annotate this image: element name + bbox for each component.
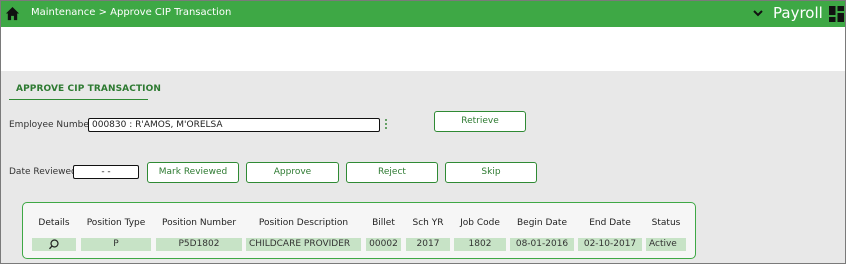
retrieve-button[interactable]: Retrieve bbox=[434, 111, 526, 132]
table-cell-end-date: 02-10-2017 bbox=[578, 238, 642, 251]
top-navigation-bar: Maintenance > Approve CIP Transaction Pa… bbox=[1, 1, 845, 27]
title-underline bbox=[9, 99, 148, 100]
app-name[interactable]: Payroll bbox=[773, 4, 823, 22]
approve-button[interactable]: Approve bbox=[246, 162, 339, 183]
table-cell-job-code: 1802 bbox=[454, 238, 506, 251]
table-cell-position-description: CHILDCARE PROVIDER bbox=[246, 238, 361, 251]
date-reviewed-input[interactable]: - - bbox=[73, 165, 139, 179]
employee-number-input[interactable]: 000830 : R'AMOS, M'ORELSA bbox=[88, 118, 380, 132]
employee-number-label: Employee Number: bbox=[9, 120, 96, 130]
dashboard-grid-icon[interactable] bbox=[829, 6, 844, 22]
column-header-status: Status bbox=[651, 218, 681, 228]
table-cell-position-number: P5D1802 bbox=[156, 238, 242, 251]
column-header-sch-yr: Sch YR bbox=[412, 218, 444, 228]
home-icon[interactable] bbox=[5, 6, 20, 21]
column-header-job-code: Job Code bbox=[460, 218, 500, 228]
column-header-begin-date: Begin Date bbox=[516, 218, 567, 228]
table-cell-sch-yr: 2017 bbox=[406, 238, 450, 251]
search-icon[interactable] bbox=[48, 239, 60, 250]
column-header-details: Details bbox=[38, 218, 70, 228]
column-header-end-date: End Date bbox=[589, 218, 631, 228]
column-header-position-type: Position Type bbox=[86, 218, 146, 228]
table-cell-position-type: P bbox=[81, 238, 151, 251]
white-band bbox=[1, 27, 845, 71]
chevron-down-icon[interactable] bbox=[751, 6, 765, 20]
column-header-billet: Billet bbox=[372, 218, 395, 228]
column-header-position-number: Position Number bbox=[161, 218, 237, 228]
table-cell-begin-date: 08-01-2016 bbox=[510, 238, 574, 251]
mark-reviewed-button[interactable]: Mark Reviewed bbox=[147, 162, 239, 183]
breadcrumb: Maintenance > Approve CIP Transaction bbox=[31, 7, 232, 18]
page-title: APPROVE CIP TRANSACTION bbox=[16, 84, 162, 94]
reject-button[interactable]: Reject bbox=[346, 162, 438, 183]
more-options-icon[interactable] bbox=[384, 119, 388, 131]
table-cell-billet: 00002 bbox=[366, 238, 401, 251]
date-reviewed-label: Date Reviewed: bbox=[9, 167, 80, 177]
column-header-position-description: Position Description bbox=[258, 218, 349, 228]
app-frame: Maintenance > Approve CIP Transaction Pa… bbox=[0, 0, 846, 264]
skip-button[interactable]: Skip bbox=[445, 162, 537, 183]
table-cell-status: Active bbox=[646, 238, 686, 251]
